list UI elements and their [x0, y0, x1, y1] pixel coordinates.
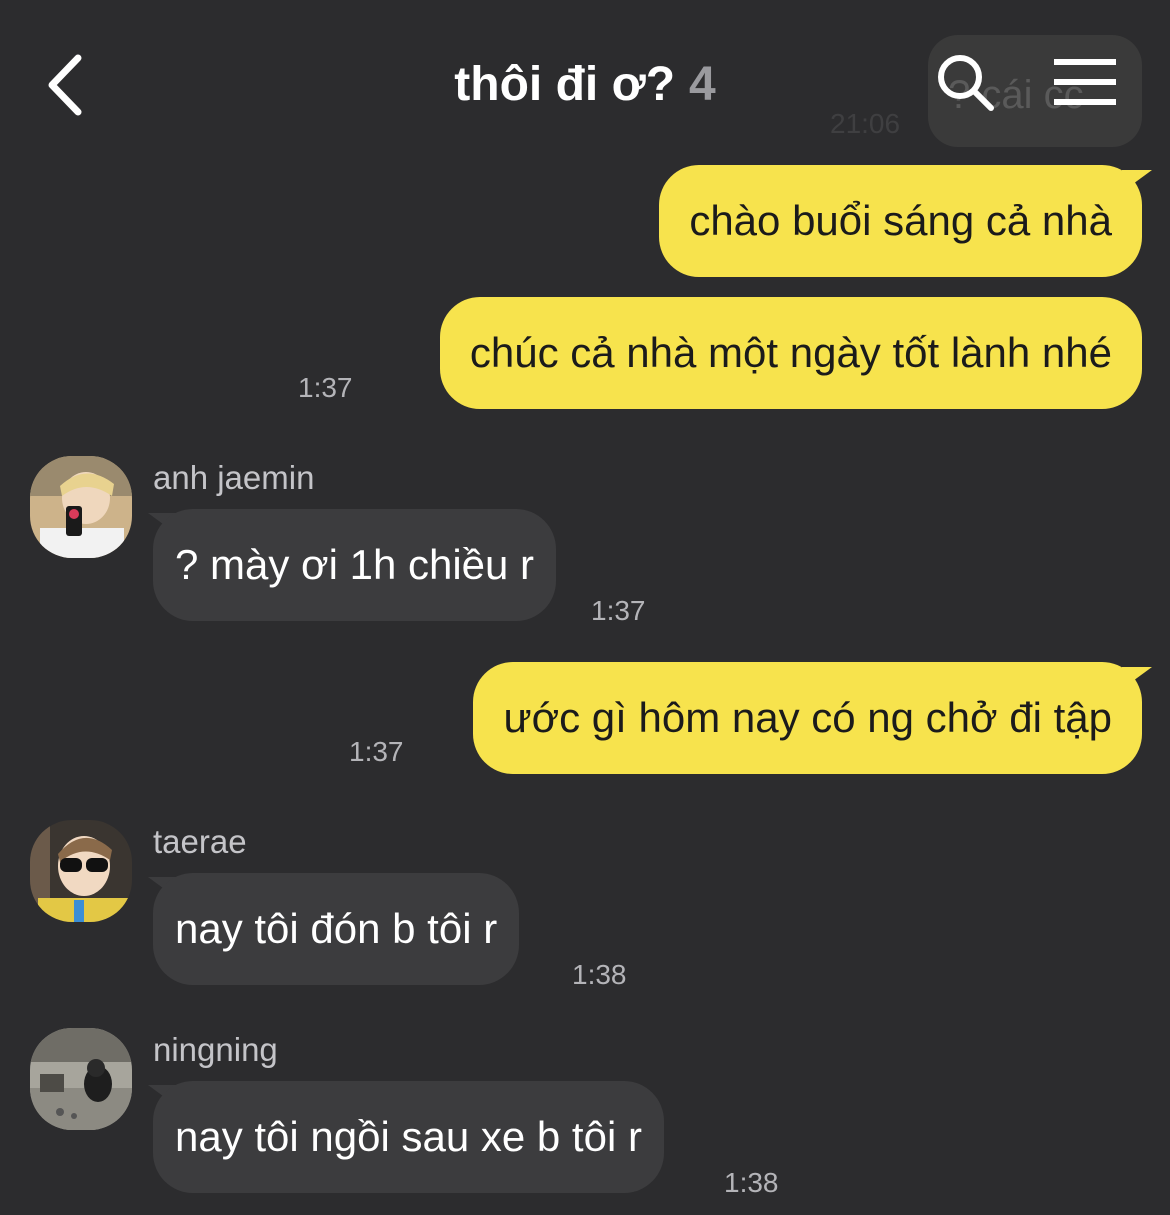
search-icon — [938, 55, 994, 111]
hamburger-menu-icon — [1054, 59, 1116, 105]
sender-name: taerae — [153, 823, 247, 860]
message-time: 1:37 — [591, 595, 646, 626]
sender-name: anh jaemin — [153, 459, 315, 496]
chat-header: thôi đi ơ? 4 — [0, 0, 1170, 150]
message-text: chúc cả nhà một ngày tốt lành nhé — [469, 329, 1112, 376]
message-time: 1:37 — [298, 372, 353, 403]
avatar[interactable] — [30, 1028, 132, 1130]
chat-room-name: thôi đi ơ? — [454, 58, 676, 111]
member-count: 4 — [689, 58, 716, 111]
sender-name: ningning — [153, 1031, 278, 1068]
message-time: 1:38 — [724, 1167, 779, 1198]
message-text: nay tôi ngồi sau xe b tôi r — [175, 1113, 642, 1160]
message-bubble-incoming[interactable]: ? mày ơi 1h chiều r — [153, 509, 557, 621]
message-bubble-incoming[interactable]: nay tôi ngồi sau xe b tôi r — [153, 1081, 664, 1193]
avatar[interactable] — [30, 456, 132, 558]
message-bubble-outgoing[interactable]: ước gì hôm nay có ng chở đi tập — [473, 662, 1142, 774]
message-bubble-outgoing[interactable]: chào buổi sáng cả nhà — [659, 165, 1142, 277]
message-text: ước gì hôm nay có ng chở đi tập — [503, 694, 1112, 741]
menu-button[interactable] — [1052, 56, 1118, 108]
bubble-tail — [1122, 170, 1152, 192]
message-text: chào buổi sáng cả nhà — [689, 197, 1112, 244]
bubble-tail — [1122, 667, 1152, 689]
message-time: 1:38 — [572, 959, 627, 990]
message-text: nay tôi đón b tôi r — [175, 905, 498, 952]
message-bubble-incoming[interactable]: nay tôi đón b tôi r — [153, 873, 520, 985]
search-button[interactable] — [935, 52, 997, 114]
message-text: ? mày ơi 1h chiều r — [175, 541, 535, 588]
avatar[interactable] — [30, 820, 132, 922]
message-bubble-outgoing[interactable]: chúc cả nhà một ngày tốt lành nhé — [439, 297, 1142, 409]
message-time: 1:37 — [349, 736, 404, 767]
